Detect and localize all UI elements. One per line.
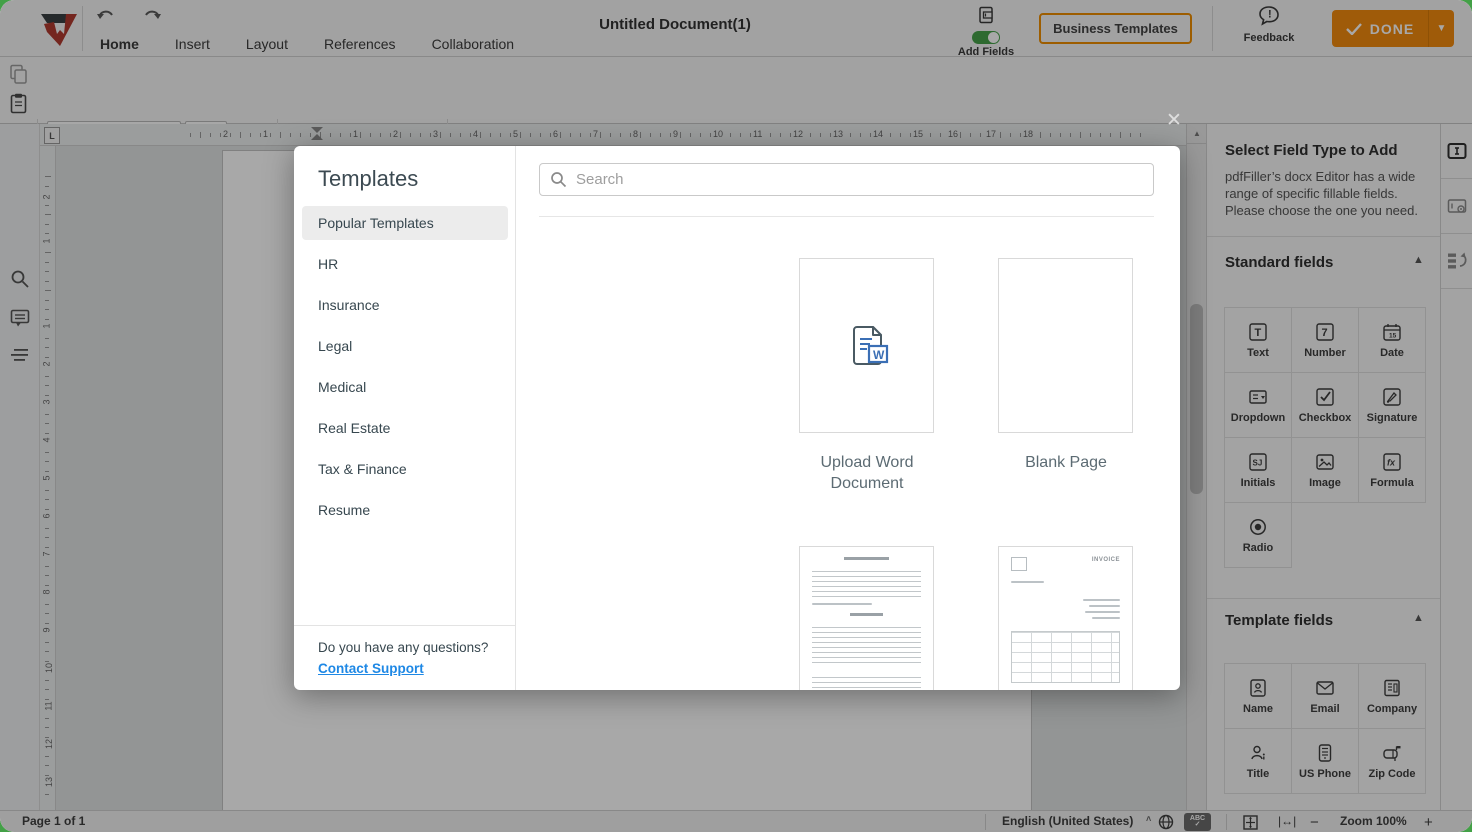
category-popular-templates[interactable]: Popular Templates	[302, 206, 508, 240]
support-question-text: Do you have any questions?	[318, 640, 488, 655]
templates-modal: Templates Popular Templates HR Insurance…	[294, 146, 1180, 690]
templates-modal-title: Templates	[318, 166, 418, 192]
preview-invoice-word: INVOICE	[1092, 557, 1120, 571]
pdffiller-docx-editor: Home Insert Layout References Collaborat…	[0, 0, 1472, 832]
svg-text:W: W	[873, 348, 885, 362]
content-divider	[539, 216, 1154, 217]
category-tax-finance[interactable]: Tax & Finance	[302, 452, 508, 486]
template-card-agreement[interactable]	[799, 546, 934, 690]
template-card-upload-word[interactable]: W	[799, 258, 934, 433]
templates-content: W Upload Word Document Blank Page	[516, 146, 1180, 690]
upload-word-document-icon: W	[841, 320, 893, 372]
category-insurance[interactable]: Insurance	[302, 288, 508, 322]
category-hr[interactable]: HR	[302, 247, 508, 281]
template-categories: Popular Templates HR Insurance Legal Med…	[302, 206, 508, 534]
category-legal[interactable]: Legal	[302, 329, 508, 363]
preview-table	[1011, 631, 1120, 683]
search-icon	[550, 171, 567, 188]
search-input[interactable]	[576, 171, 1116, 188]
category-resume[interactable]: Resume	[302, 493, 508, 527]
category-medical[interactable]: Medical	[302, 370, 508, 404]
modal-close-icon[interactable]: ✕	[1164, 111, 1184, 131]
template-title: Blank Page	[981, 452, 1151, 473]
template-title: Upload Word Document	[782, 452, 952, 494]
templates-sidebar: Templates Popular Templates HR Insurance…	[294, 146, 516, 690]
template-card-blank-page[interactable]	[998, 258, 1133, 433]
template-search-box[interactable]	[539, 163, 1154, 196]
template-card-invoice[interactable]: INVOICE	[998, 546, 1133, 690]
category-real-estate[interactable]: Real Estate	[302, 411, 508, 445]
sidebar-divider	[294, 625, 516, 626]
contact-support-link[interactable]: Contact Support	[318, 661, 424, 676]
